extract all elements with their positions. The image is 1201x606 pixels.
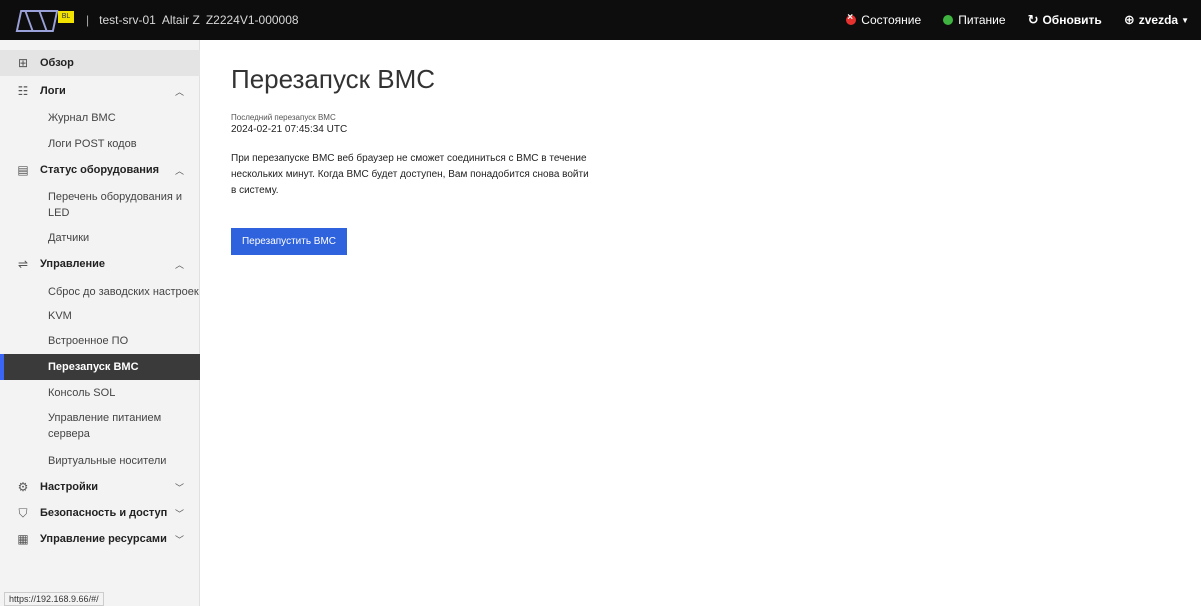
sidebar: ⊞ Обзор ☷ Логи ︿ Журнал BMC Логи POST ко… — [0, 40, 200, 606]
chevron-up-icon: ︿ — [174, 86, 184, 97]
gear-icon: ⚙ — [17, 480, 29, 494]
refresh-button[interactable]: ↻ Обновить — [1028, 12, 1102, 28]
sidebar-item-label: Настройки — [40, 481, 99, 493]
sidebar-item-label: Статус оборудования — [40, 164, 160, 176]
sidebar-item-security[interactable]: ⛉ Безопасность и доступ ﹀ — [0, 500, 200, 526]
sidebar-item-control[interactable]: ⇌ Управление ︿ — [0, 251, 200, 277]
sidebar-item-kvm[interactable]: KVM — [0, 304, 200, 328]
last-reboot-value: 2024-02-21 07:45:34 UTC — [231, 124, 348, 135]
settings-sliders-icon: ⇌ — [17, 257, 29, 271]
header-actions: Состояние Питание ↻ Обновить ⊕ zvezda ▼ — [824, 0, 1189, 40]
sidebar-item-sol-console[interactable]: Консоль SOL — [0, 381, 200, 405]
chevron-down-icon: ﹀ — [174, 534, 184, 545]
refresh-label: Обновить — [1042, 13, 1102, 27]
user-label: zvezda — [1138, 13, 1179, 27]
sidebar-item-factory-reset[interactable]: Сброс до заводских настроек — [0, 280, 200, 304]
chevron-down-icon: ﹀ — [174, 508, 184, 519]
chevron-up-icon: ︿ — [174, 259, 184, 270]
sidebar-item-post-codes[interactable]: Логи POST кодов — [0, 132, 200, 156]
brand-logo[interactable]: BL — [15, 10, 80, 32]
chevron-down-icon: ﹀ — [174, 482, 184, 493]
server-info: | test-srv-01 Altair Z Z2224V1-000008 — [86, 0, 305, 40]
shield-icon: ⛉ — [18, 505, 28, 520]
health-status-button[interactable]: Состояние — [846, 12, 922, 27]
logo-mark-icon — [15, 10, 59, 32]
sidebar-item-label: Логи POST кодов — [48, 138, 137, 150]
sidebar-item-label: Безопасность и доступ — [40, 507, 168, 519]
health-status-label: Состояние — [861, 13, 922, 27]
chevron-up-icon: ︿ — [174, 165, 184, 176]
sidebar-item-label: Управление питанием сервера — [48, 412, 162, 440]
page-title: Перезапуск BMC — [231, 64, 436, 94]
sidebar-item-label: KVM — [48, 310, 72, 322]
sidebar-item-label: Сброс до заводских настроек — [48, 286, 199, 298]
sidebar-item-server-power[interactable]: Управление питанием сервера — [0, 406, 200, 446]
logs-icon: ☷ — [17, 84, 29, 98]
sidebar-item-hardware-status[interactable]: ▤ Статус оборудования ︿ — [0, 157, 200, 183]
sidebar-item-overview[interactable]: ⊞ Обзор — [0, 50, 200, 76]
power-status-button[interactable]: Питание — [943, 13, 1006, 27]
sidebar-item-virtual-media[interactable]: Виртуальные носители — [0, 449, 200, 473]
sidebar-item-bmc-reboot[interactable]: Перезапуск BMC — [0, 354, 200, 380]
sidebar-item-firmware[interactable]: Встроенное ПО — [0, 329, 200, 353]
sidebar-item-settings[interactable]: ⚙ Настройки ﹀ — [0, 474, 200, 500]
sidebar-item-label: Журнал BMC — [48, 112, 116, 124]
sidebar-item-label: Управление ресурсами — [40, 533, 167, 545]
sidebar-item-label: Встроенное ПО — [48, 335, 129, 347]
clipboard-icon: ▤ — [17, 163, 29, 177]
main-content: Перезапуск BMC Последний перезапуск BMC … — [201, 40, 1201, 606]
ok-status-icon — [943, 15, 954, 25]
top-bar: BL | test-srv-01 Altair Z Z2224V1-000008… — [0, 0, 1201, 40]
sidebar-item-label: Логи — [40, 85, 66, 97]
sidebar-item-resources[interactable]: ▦ Управление ресурсами ﹀ — [0, 526, 200, 552]
sidebar-item-label: Перечень оборудования и LED — [48, 191, 183, 219]
user-menu-button[interactable]: ⊕ zvezda ▼ — [1124, 12, 1189, 28]
browser-status-url: https://192.168.9.66/#/ — [4, 592, 104, 606]
sidebar-item-logs[interactable]: ☷ Логи ︿ — [0, 78, 200, 104]
resources-icon: ▦ — [17, 532, 29, 546]
refresh-icon: ↻ — [1027, 12, 1039, 27]
last-reboot-label: Последний перезапуск BMC — [231, 113, 336, 122]
sidebar-item-label: Консоль SOL — [48, 387, 116, 399]
sidebar-item-label: Перезапуск BMC — [48, 361, 139, 373]
sidebar-item-inventory-led[interactable]: Перечень оборудования и LED — [0, 185, 200, 225]
host-name: test-srv-01 — [99, 13, 156, 27]
sidebar-item-label: Управление — [40, 258, 106, 270]
sidebar-item-bmc-journal[interactable]: Журнал BMC — [0, 106, 200, 130]
caret-down-icon: ▼ — [1181, 15, 1189, 25]
sidebar-item-sensors[interactable]: Датчики — [0, 226, 200, 250]
serial-number: Z2224V1-000008 — [205, 13, 299, 27]
header-separator: | — [86, 13, 90, 27]
model-name: Altair Z — [161, 13, 200, 27]
sidebar-item-label: Виртуальные носители — [48, 455, 167, 467]
dashboard-icon: ⊞ — [17, 56, 29, 70]
logo-tag: BL — [58, 11, 74, 23]
reboot-bmc-button[interactable]: Перезапустить BMC — [231, 228, 347, 255]
sidebar-item-label: Датчики — [48, 232, 90, 244]
sidebar-item-label: Обзор — [40, 57, 74, 69]
power-status-label: Питание — [958, 13, 1006, 27]
error-status-icon — [846, 12, 857, 25]
reboot-description: При перезапуске BMC веб браузер не сможе… — [231, 153, 589, 196]
user-icon: ⊕ — [1123, 12, 1135, 27]
